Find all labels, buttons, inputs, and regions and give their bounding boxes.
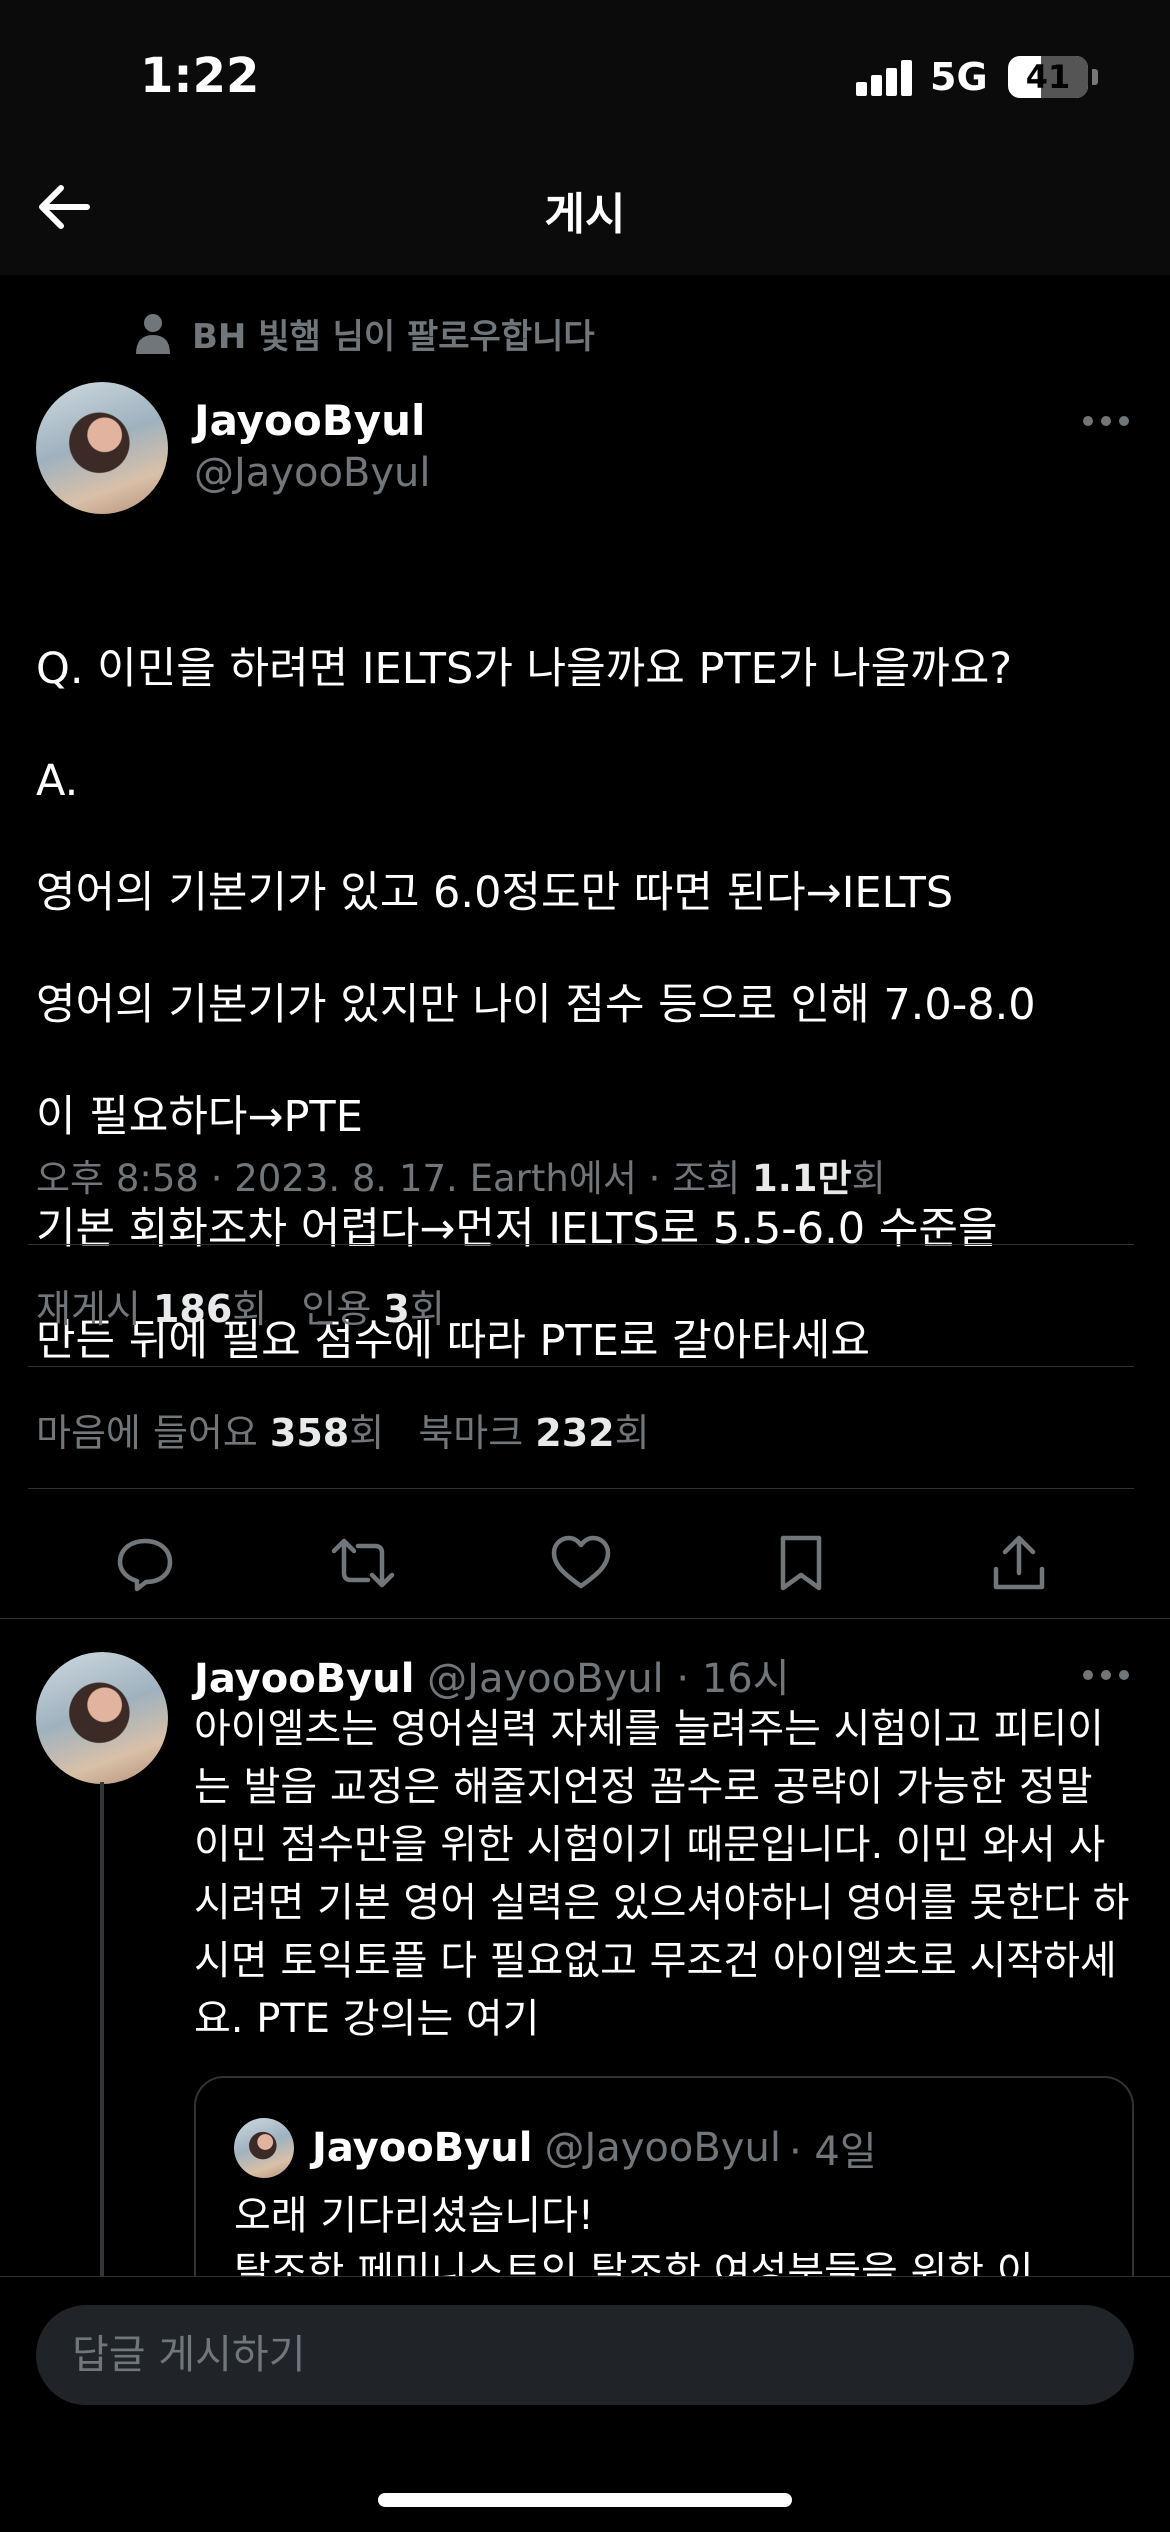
tweet-meta: 오후 8:58 · 2023. 8. 17. Earth에서 · 조회 1.1만…: [36, 1148, 886, 1202]
social-context[interactable]: BH 빛햄 님이 팔로우합니다: [134, 312, 595, 357]
count-suffix: 회: [232, 1287, 268, 1331]
signal-icon: [856, 60, 914, 96]
bookmarks-count: 232: [535, 1411, 615, 1455]
post-detail-screen: 1:22 5G 41 게시 BH 빛햄 님이 팔로우합니다 JayooByul …: [0, 0, 1170, 2532]
quotes-count: 3: [383, 1287, 410, 1331]
quote-author-handle: @JayooByul: [544, 2125, 781, 2171]
count-suffix: 회: [614, 1411, 650, 1455]
bookmark-icon: [780, 1535, 822, 1591]
reply-button[interactable]: [110, 1528, 180, 1598]
count-suffix: 회: [409, 1287, 445, 1331]
back-button[interactable]: [28, 172, 98, 242]
retweet-icon: [331, 1538, 395, 1588]
retweet-button[interactable]: [328, 1528, 398, 1598]
quote-author-name: JayooByul: [312, 2125, 533, 2171]
reposts-label: 재게시: [36, 1287, 153, 1331]
reply-input[interactable]: [36, 2305, 1134, 2405]
likes-stat[interactable]: 마음에 들어요 358회: [36, 1411, 384, 1455]
reply-icon: [117, 1538, 173, 1592]
divider: [28, 1244, 1134, 1245]
reply-author-name[interactable]: JayooByul: [194, 1656, 414, 1702]
reposts-stat[interactable]: 재게시 186회: [36, 1287, 267, 1331]
avatar[interactable]: [36, 382, 168, 514]
status-time: 1:22: [140, 48, 260, 104]
quotes-label: 인용: [301, 1287, 384, 1331]
social-context-text: BH 빛햄 님이 팔로우합니다: [192, 316, 595, 357]
share-icon: [993, 1535, 1045, 1590]
bookmarks-label: 북마크: [418, 1411, 536, 1455]
reply-avatar[interactable]: [36, 1652, 168, 1784]
timestamp-source: 오후 8:58 · 2023. 8. 17. Earth에서 · 조회: [36, 1157, 752, 1200]
action-bar: [0, 1510, 1170, 1610]
home-indicator: [378, 2493, 792, 2507]
battery-icon: 41: [1008, 56, 1088, 98]
reply-text: 아이엘츠는 영어실력 자체를 늘려주는 시험이고 피티이는 발음 교정은 해줄지…: [194, 1706, 1130, 2042]
arrow-left-icon: [39, 185, 90, 229]
reply-author-handle[interactable]: @JayooByul: [427, 1656, 664, 1702]
reposts-count: 186: [152, 1287, 233, 1331]
reply-time: · 16시: [676, 1656, 790, 1702]
like-button[interactable]: [546, 1528, 616, 1598]
person-icon: [136, 314, 170, 354]
author-name[interactable]: JayooByul: [194, 396, 425, 445]
tweet-line: A.: [36, 756, 79, 806]
page-title: 게시: [544, 189, 626, 240]
tweet-line: 이 필요하다→PTE: [36, 1092, 363, 1142]
tweet-line: 영어의 기본기가 있지만 나이 점수 등으로 인해 7.0-8.0: [36, 980, 1036, 1030]
like-icon: [551, 1535, 611, 1589]
status-bar: 1:22 5G 41: [0, 0, 1170, 140]
tweet-line: 기본 회화조차 어렵다→먼저 IELTS로 5.5-6.0 수준을: [36, 1204, 998, 1254]
tweet-line: Q. 이민을 하려면 IELTS가 나을까요 PTE가 나을까요?: [36, 644, 1013, 694]
divider: [28, 1488, 1134, 1489]
author-handle[interactable]: @JayooByul: [194, 450, 431, 496]
reply-header: JayooByul @JayooByul · 16시: [194, 1646, 790, 1704]
bookmarks-stat[interactable]: 북마크 232회: [418, 1411, 649, 1455]
more-options-icon[interactable]: [1076, 406, 1136, 436]
battery-level: 41: [1025, 58, 1071, 96]
count-suffix: 회: [349, 1411, 385, 1455]
divider: [0, 1618, 1170, 1619]
quote-time: · 4일: [788, 2129, 877, 2175]
quotes-stat[interactable]: 인용 3회: [301, 1287, 444, 1331]
likes-count: 358: [269, 1411, 350, 1455]
view-count[interactable]: 1.1만: [752, 1157, 852, 1200]
reply-composer: [0, 2276, 1170, 2532]
share-button[interactable]: [984, 1528, 1054, 1598]
nav-header: 게시: [0, 140, 1170, 275]
tweet-line: 영어의 기본기가 있고 6.0정도만 따면 된다→IELTS: [36, 868, 954, 918]
quote-avatar: [234, 2118, 294, 2178]
battery-nub: [1092, 69, 1098, 85]
divider: [28, 1366, 1134, 1367]
repost-stats: 재게시 186회 인용 3회: [36, 1278, 467, 1333]
quote-header: JayooByul @JayooByul · 4일: [234, 2116, 877, 2180]
thread-line: [100, 1782, 104, 2282]
network-label: 5G: [930, 55, 988, 99]
like-stats: 마음에 들어요 358회 북마크 232회: [36, 1402, 672, 1457]
view-suffix: 회: [851, 1157, 886, 1200]
likes-label: 마음에 들어요: [36, 1411, 270, 1455]
reply-more-options-icon[interactable]: [1076, 1660, 1136, 1690]
bookmark-button[interactable]: [766, 1528, 836, 1598]
